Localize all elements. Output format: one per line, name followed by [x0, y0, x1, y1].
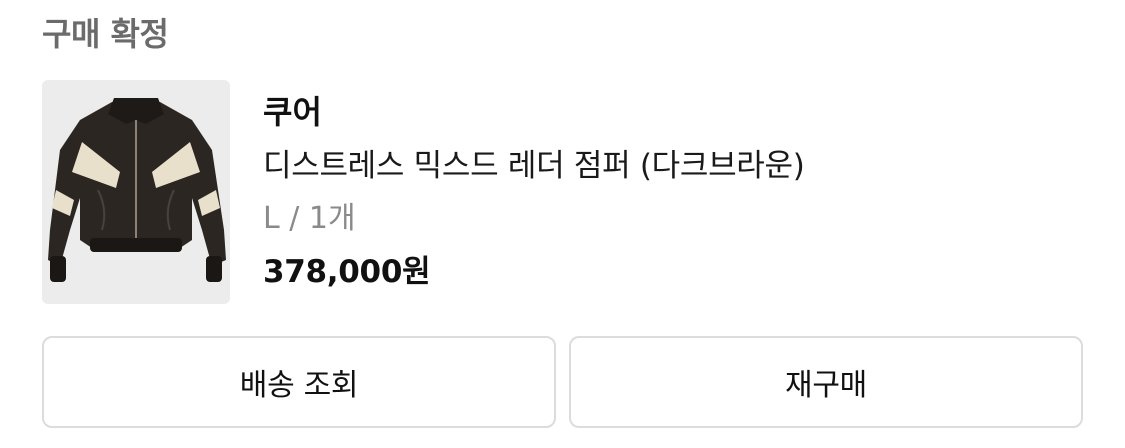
product-name[interactable]: 디스트레스 믹스드 레더 점퍼 (다크브라운): [263, 146, 805, 186]
order-status-title: 구매 확정: [42, 15, 169, 53]
brand-name[interactable]: 쿠어: [263, 90, 805, 134]
rebuy-button[interactable]: 재구매: [569, 336, 1083, 428]
track-delivery-button[interactable]: 배송 조회: [42, 336, 556, 428]
product-price: 378,000원: [263, 254, 431, 290]
product-thumbnail[interactable]: [42, 80, 230, 304]
product-info: 쿠어 디스트레스 믹스드 레더 점퍼 (다크브라운) L / 1개 378,00…: [263, 90, 805, 292]
leather-jacket-icon: [48, 98, 226, 282]
product-option: L / 1개: [263, 201, 356, 236]
